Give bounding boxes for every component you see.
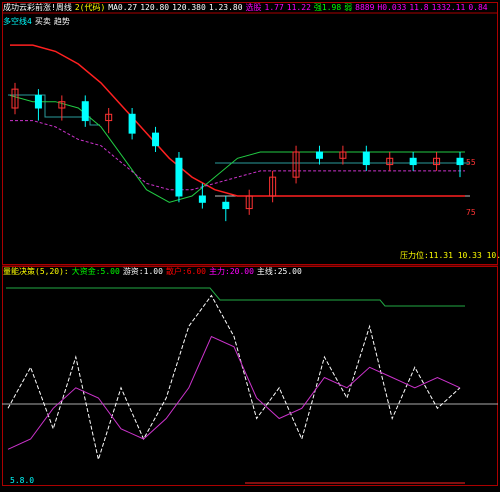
indicator-legend-bar: 多空线4 买卖 趋势 xyxy=(3,17,73,26)
legend-segment: 多空线4 xyxy=(3,17,32,26)
top-status-segment: 强1.98 xyxy=(313,3,342,12)
candle-body xyxy=(409,157,417,166)
top-status-segment: 120.80 xyxy=(140,3,170,12)
candle-body xyxy=(222,201,230,210)
ma-line-ma-green xyxy=(9,94,465,203)
top-status-segment: 120.380 xyxy=(172,3,206,12)
top-status-segment: 选股 xyxy=(245,3,262,12)
top-status-bar: 成功云彩前涨!周线 2(代码) MA0.27 120.80 120.380 1.23.80… xyxy=(3,3,491,12)
ma-line-trend-red xyxy=(10,44,465,197)
candle-body xyxy=(315,151,323,159)
candle-body xyxy=(175,157,183,197)
candle-body xyxy=(362,151,370,166)
indicator-header: 量能决策(5,20): 大资金:5.00 游资:1.00 散户:6.00 主力:20.0… xyxy=(3,267,305,276)
indicator-header-segment: 大资金:5.00 xyxy=(71,267,120,276)
chart-canvas[interactable] xyxy=(0,0,500,488)
indicator-pane-frame xyxy=(2,266,498,486)
top-status-segment: 成功云彩前涨!周线 xyxy=(3,3,72,12)
top-status-segment: 2(代码) xyxy=(74,3,106,12)
indicator-header-segment: 散户:6.00 xyxy=(165,267,206,276)
indicator-footer-marker: 5.8.0 xyxy=(10,476,35,485)
legend-segment: 买卖 xyxy=(34,17,51,26)
right-marker-2: 75 xyxy=(466,208,476,217)
candle-body xyxy=(198,195,206,203)
top-status-segment: 11.22 xyxy=(286,3,311,12)
candle-body xyxy=(81,101,89,122)
top-status-segment: 1.23.80 xyxy=(208,3,243,12)
price-pane-frame xyxy=(2,2,498,265)
indicator-header-segment: 主线:25.00 xyxy=(256,267,302,276)
indicator-header-segment: 量能决策(5,20): xyxy=(3,267,69,276)
indicator-line-magenta xyxy=(7,335,461,450)
top-status-segment: 1332.11 xyxy=(431,3,466,12)
candle-body xyxy=(34,94,42,109)
candle-body xyxy=(128,113,136,134)
top-status-segment: 弱 xyxy=(344,3,353,12)
candle-body xyxy=(456,157,464,166)
top-status-segment: 11.8 xyxy=(409,3,429,12)
indicator-header-segment: 主力:20.00 xyxy=(209,267,254,276)
ma-line-ma-magenta xyxy=(10,120,465,191)
top-status-segment: H0.033 xyxy=(377,3,407,12)
candle-body xyxy=(152,132,160,147)
top-status-segment: MA0.27 xyxy=(108,3,138,12)
pressure-level-label: 压力位:11.31 10.33 10.27 xyxy=(400,251,500,260)
green-step-line xyxy=(6,287,465,307)
top-status-segment: 1.77 xyxy=(264,3,284,12)
top-status-segment: 8889 xyxy=(355,3,375,12)
indicator-header-segment: 游资:1.00 xyxy=(122,267,163,276)
top-status-segment: 0.84 xyxy=(468,3,488,12)
legend-segment: 趋势 xyxy=(53,17,70,26)
chart-window: 成功云彩前涨!周线 2(代码) MA0.27 120.80 120.380 1.23.80… xyxy=(0,0,500,488)
right-marker-1: 55 xyxy=(466,158,476,167)
